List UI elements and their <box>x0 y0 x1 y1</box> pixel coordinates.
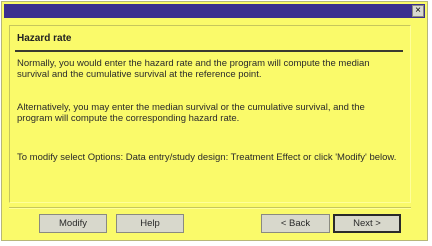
title-bar: × <box>4 4 425 18</box>
info-paragraph-1: Normally, you would enter the hazard rat… <box>17 58 370 80</box>
heading-rule <box>15 50 403 52</box>
button-divider <box>9 207 411 209</box>
section-heading: Hazard rate <box>17 33 72 44</box>
info-paragraph-3: To modify select Options: Data entry/stu… <box>17 152 397 163</box>
next-button[interactable]: Next > <box>333 214 401 233</box>
info-paragraph-2: Alternatively, you may enter the median … <box>17 102 365 124</box>
modify-button[interactable]: Modify <box>39 214 107 233</box>
close-icon[interactable]: × <box>412 5 424 17</box>
back-button[interactable]: < Back <box>261 214 330 233</box>
help-button[interactable]: Help <box>116 214 184 233</box>
